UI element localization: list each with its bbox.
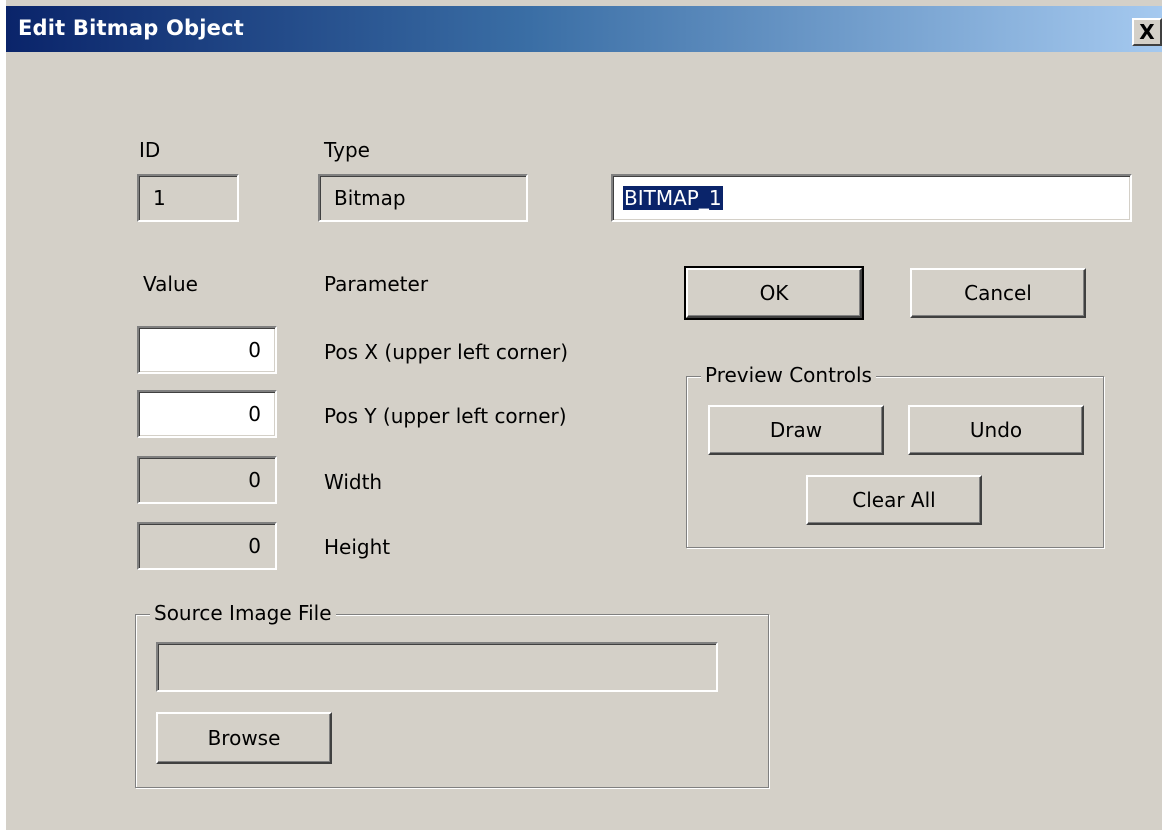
pos-y-label: Pos Y (upper left corner) (324, 404, 567, 428)
type-field: Bitmap (318, 174, 528, 222)
source-path-field (156, 642, 718, 692)
pos-y-input[interactable]: 0 (137, 390, 277, 438)
close-button[interactable]: X (1132, 18, 1162, 46)
source-image-title: Source Image File (150, 601, 336, 625)
type-label: Type (324, 138, 370, 162)
id-label: ID (139, 138, 161, 162)
browse-button[interactable]: Browse (156, 712, 332, 764)
close-icon: X (1139, 20, 1155, 44)
ok-button[interactable]: OK (684, 266, 864, 320)
title-bar: Edit Bitmap Object X (6, 6, 1162, 52)
type-value: Bitmap (334, 186, 406, 210)
width-field: 0 (137, 456, 277, 504)
pos-x-value: 0 (248, 338, 261, 362)
object-name-input[interactable]: BITMAP_1 (611, 174, 1132, 222)
dialog-window: Edit Bitmap Object X ID Type 1 Bitmap BI… (0, 0, 1162, 830)
width-label: Width (324, 470, 383, 494)
undo-button[interactable]: Undo (908, 405, 1084, 455)
id-value: 1 (153, 186, 166, 210)
height-field: 0 (137, 522, 277, 570)
object-name-value: BITMAP_1 (623, 186, 723, 210)
height-value: 0 (248, 534, 261, 558)
pos-y-value: 0 (248, 402, 261, 426)
parameter-column-header: Parameter (324, 272, 429, 296)
value-column-header: Value (143, 272, 198, 296)
id-field: 1 (137, 174, 239, 222)
draw-button[interactable]: Draw (708, 405, 884, 455)
pos-x-label: Pos X (upper left corner) (324, 340, 569, 364)
cancel-button[interactable]: Cancel (910, 268, 1086, 318)
width-value: 0 (248, 468, 261, 492)
clear-all-button[interactable]: Clear All (806, 475, 982, 525)
preview-controls-title: Preview Controls (701, 363, 876, 387)
window-title: Edit Bitmap Object (18, 16, 244, 40)
height-label: Height (324, 535, 391, 559)
pos-x-input[interactable]: 0 (137, 326, 277, 374)
